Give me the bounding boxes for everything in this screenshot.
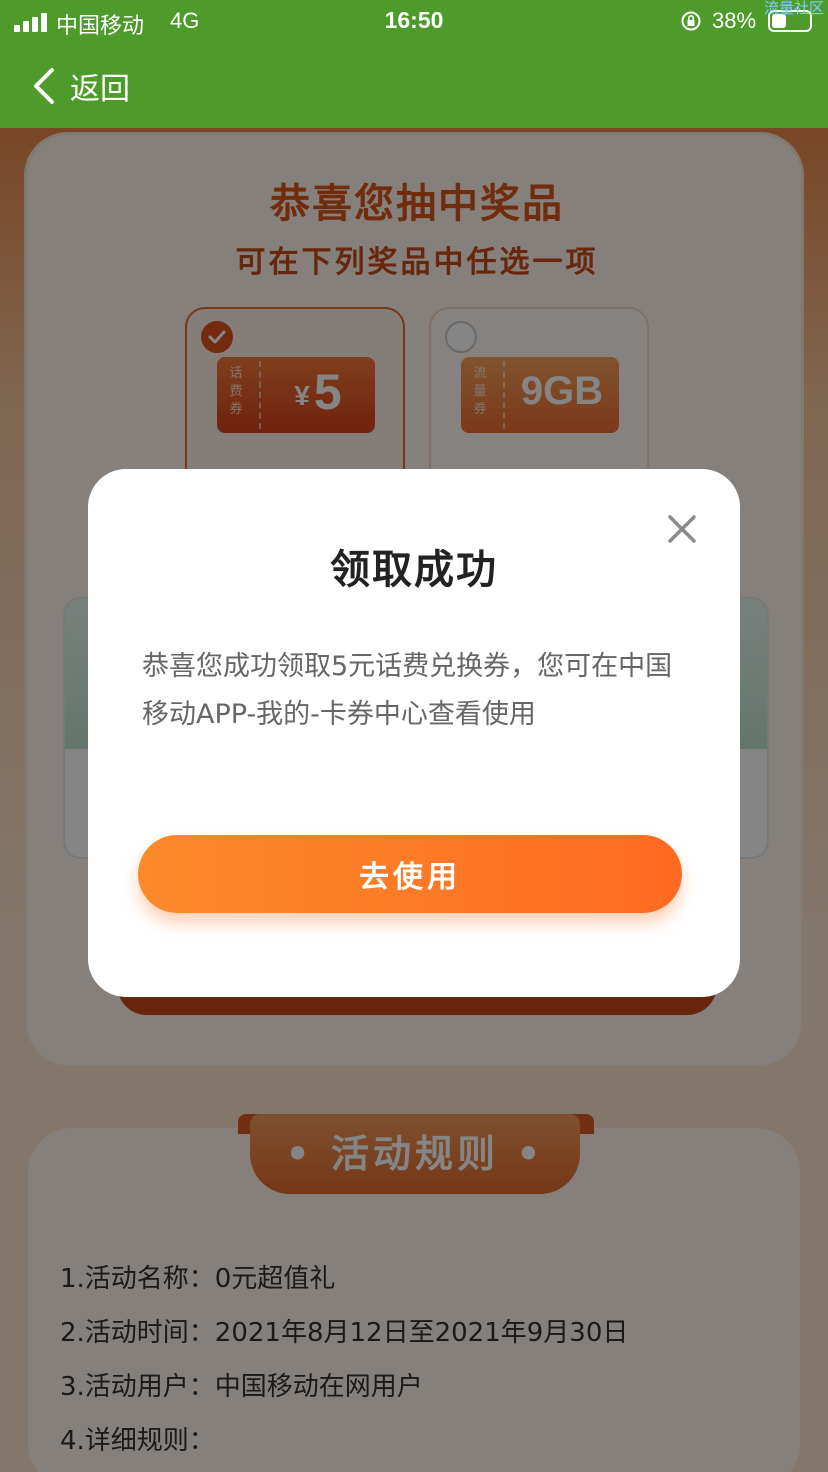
nav-bar: 返回 [0,44,828,128]
dialog-title: 领取成功 [330,547,498,593]
dialog-message: 恭喜您成功领取5元话费兑换券，您可在中国移动APP-我的-卡券中心查看使用 [142,651,673,730]
status-bar: 中国移动 4G 16:50 38% 流量社区 [0,0,828,44]
rotation-lock-icon [681,11,701,31]
watermark: 流量社区 [764,0,825,17]
back-button[interactable]: 返回 [30,62,130,110]
back-label: 返回 [70,72,130,107]
battery-percent: 38% [712,8,757,33]
success-dialog: 领取成功 恭喜您成功领取5元话费兑换券，您可在中国移动APP-我的-卡券中心查看… [88,469,740,997]
chevron-left-icon [34,68,54,104]
use-now-button[interactable]: 去使用 [138,835,682,913]
clock: 16:50 [384,7,444,33]
